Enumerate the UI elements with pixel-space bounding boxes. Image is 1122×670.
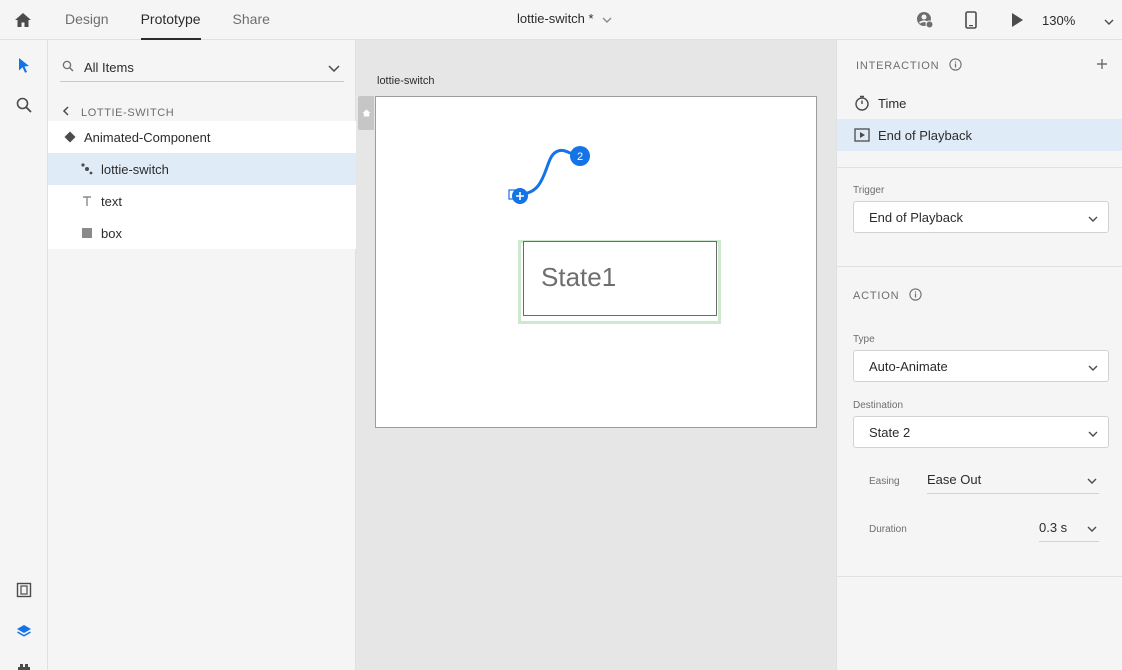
layer-list: Animated-Component lottie-switch text bo… (48, 121, 356, 249)
component-state-text: State1 (541, 262, 617, 292)
home-icon[interactable] (12, 9, 34, 31)
destination-dropdown[interactable]: State 2 (853, 416, 1109, 448)
type-label: Type (853, 334, 875, 345)
easing-dropdown[interactable]: Ease Out (927, 466, 1099, 494)
layer-item-label: Animated-Component (84, 129, 211, 145)
layer-item-label: lottie-switch (101, 161, 169, 177)
layer-item-lottie-switch[interactable]: lottie-switch (48, 153, 356, 185)
text-icon (79, 193, 95, 209)
lottie-icon (79, 161, 95, 177)
top-right-controls: 130% (914, 0, 1122, 40)
divider (837, 576, 1122, 577)
chevron-down-icon (602, 11, 612, 26)
tool-rail (0, 40, 48, 670)
layer-item-box[interactable]: box (48, 217, 356, 249)
chevron-left-icon[interactable] (62, 106, 69, 119)
chevron-down-icon (1088, 359, 1098, 374)
action-type-value: Auto-Animate (869, 358, 948, 374)
top-bar: Design Prototype Share lottie-switch * 1… (0, 0, 1122, 40)
artboard-home-icon[interactable] (358, 96, 374, 130)
chevron-down-icon (1088, 425, 1098, 440)
mobile-preview-icon[interactable] (960, 9, 982, 31)
tab-share[interactable]: Share (233, 0, 270, 40)
timer-icon (853, 94, 871, 112)
interaction-section-header: INTERACTION (856, 58, 963, 74)
zoom-dropdown[interactable]: 130% (1042, 13, 1122, 28)
trigger-label: Trigger (853, 185, 885, 196)
layers-icon[interactable] (13, 620, 35, 642)
zoom-value: 130% (1042, 12, 1076, 28)
breadcrumb-label: LOTTIE-SWITCH (81, 106, 175, 119)
duration-value: 0.3 s (1039, 520, 1068, 535)
zoom-tool-icon[interactable] (13, 94, 35, 116)
tab-design[interactable]: Design (65, 0, 109, 40)
layers-search (60, 54, 344, 82)
plugins-icon[interactable] (13, 660, 35, 670)
interaction-item-label: End of Playback (878, 127, 972, 143)
divider (837, 167, 1122, 168)
interaction-item-time[interactable]: Time (837, 87, 1122, 119)
artboard-label[interactable]: lottie-switch (377, 75, 434, 87)
chevron-down-icon (1087, 472, 1097, 487)
property-inspector: INTERACTION Time End of Playback Trigger… (836, 40, 1122, 670)
search-input[interactable] (78, 60, 328, 75)
document-title[interactable]: lottie-switch * (517, 11, 612, 26)
select-tool-icon[interactable] (13, 54, 35, 76)
chevron-down-icon (1088, 210, 1098, 225)
action-section-header: ACTION (853, 288, 923, 304)
layer-item-label: box (101, 225, 122, 241)
layer-item-label: text (101, 193, 122, 209)
easing-value: Ease Out (927, 472, 982, 487)
tab-prototype[interactable]: Prototype (140, 0, 201, 40)
design-canvas[interactable]: lottie-switch State1 2 (356, 40, 836, 670)
rectangle-icon (79, 225, 95, 241)
playback-icon (853, 126, 871, 144)
duration-label: Duration (869, 524, 907, 535)
interaction-item-end-of-playback[interactable]: End of Playback (837, 119, 1122, 151)
user-preview-icon[interactable] (914, 9, 936, 31)
document-title-text: lottie-switch * (517, 11, 594, 26)
destination-value: State 2 (869, 424, 911, 440)
add-interaction-button[interactable] (1096, 56, 1108, 72)
divider (837, 266, 1122, 267)
layer-item-text[interactable]: text (48, 185, 356, 217)
layers-panel: LOTTIE-SWITCH Animated-Component lottie-… (48, 40, 356, 670)
easing-label: Easing (869, 476, 900, 487)
destination-label: Destination (853, 400, 904, 411)
component-icon (62, 129, 78, 145)
breadcrumb[interactable]: LOTTIE-SWITCH (62, 106, 174, 119)
chevron-down-icon[interactable] (328, 60, 340, 75)
mode-tabs: Design Prototype Share (65, 0, 302, 40)
action-title: ACTION (853, 290, 900, 302)
chevron-down-icon (1087, 520, 1097, 535)
search-icon (62, 60, 78, 75)
animated-component[interactable]: State1 (523, 241, 717, 316)
chevron-down-icon (1104, 13, 1114, 28)
interaction-title: INTERACTION (856, 60, 940, 72)
duration-dropdown[interactable]: 0.3 s (1039, 514, 1099, 542)
action-type-dropdown[interactable]: Auto-Animate (853, 350, 1109, 382)
trigger-value: End of Playback (869, 209, 963, 225)
info-icon[interactable] (909, 288, 923, 304)
layer-item-animated-component[interactable]: Animated-Component (48, 121, 356, 153)
info-icon[interactable] (949, 58, 963, 74)
trigger-dropdown[interactable]: End of Playback (853, 201, 1109, 233)
assets-icon[interactable] (13, 579, 35, 601)
play-icon[interactable] (1006, 9, 1028, 31)
interaction-item-label: Time (878, 95, 907, 111)
artboard[interactable]: State1 (375, 96, 817, 428)
